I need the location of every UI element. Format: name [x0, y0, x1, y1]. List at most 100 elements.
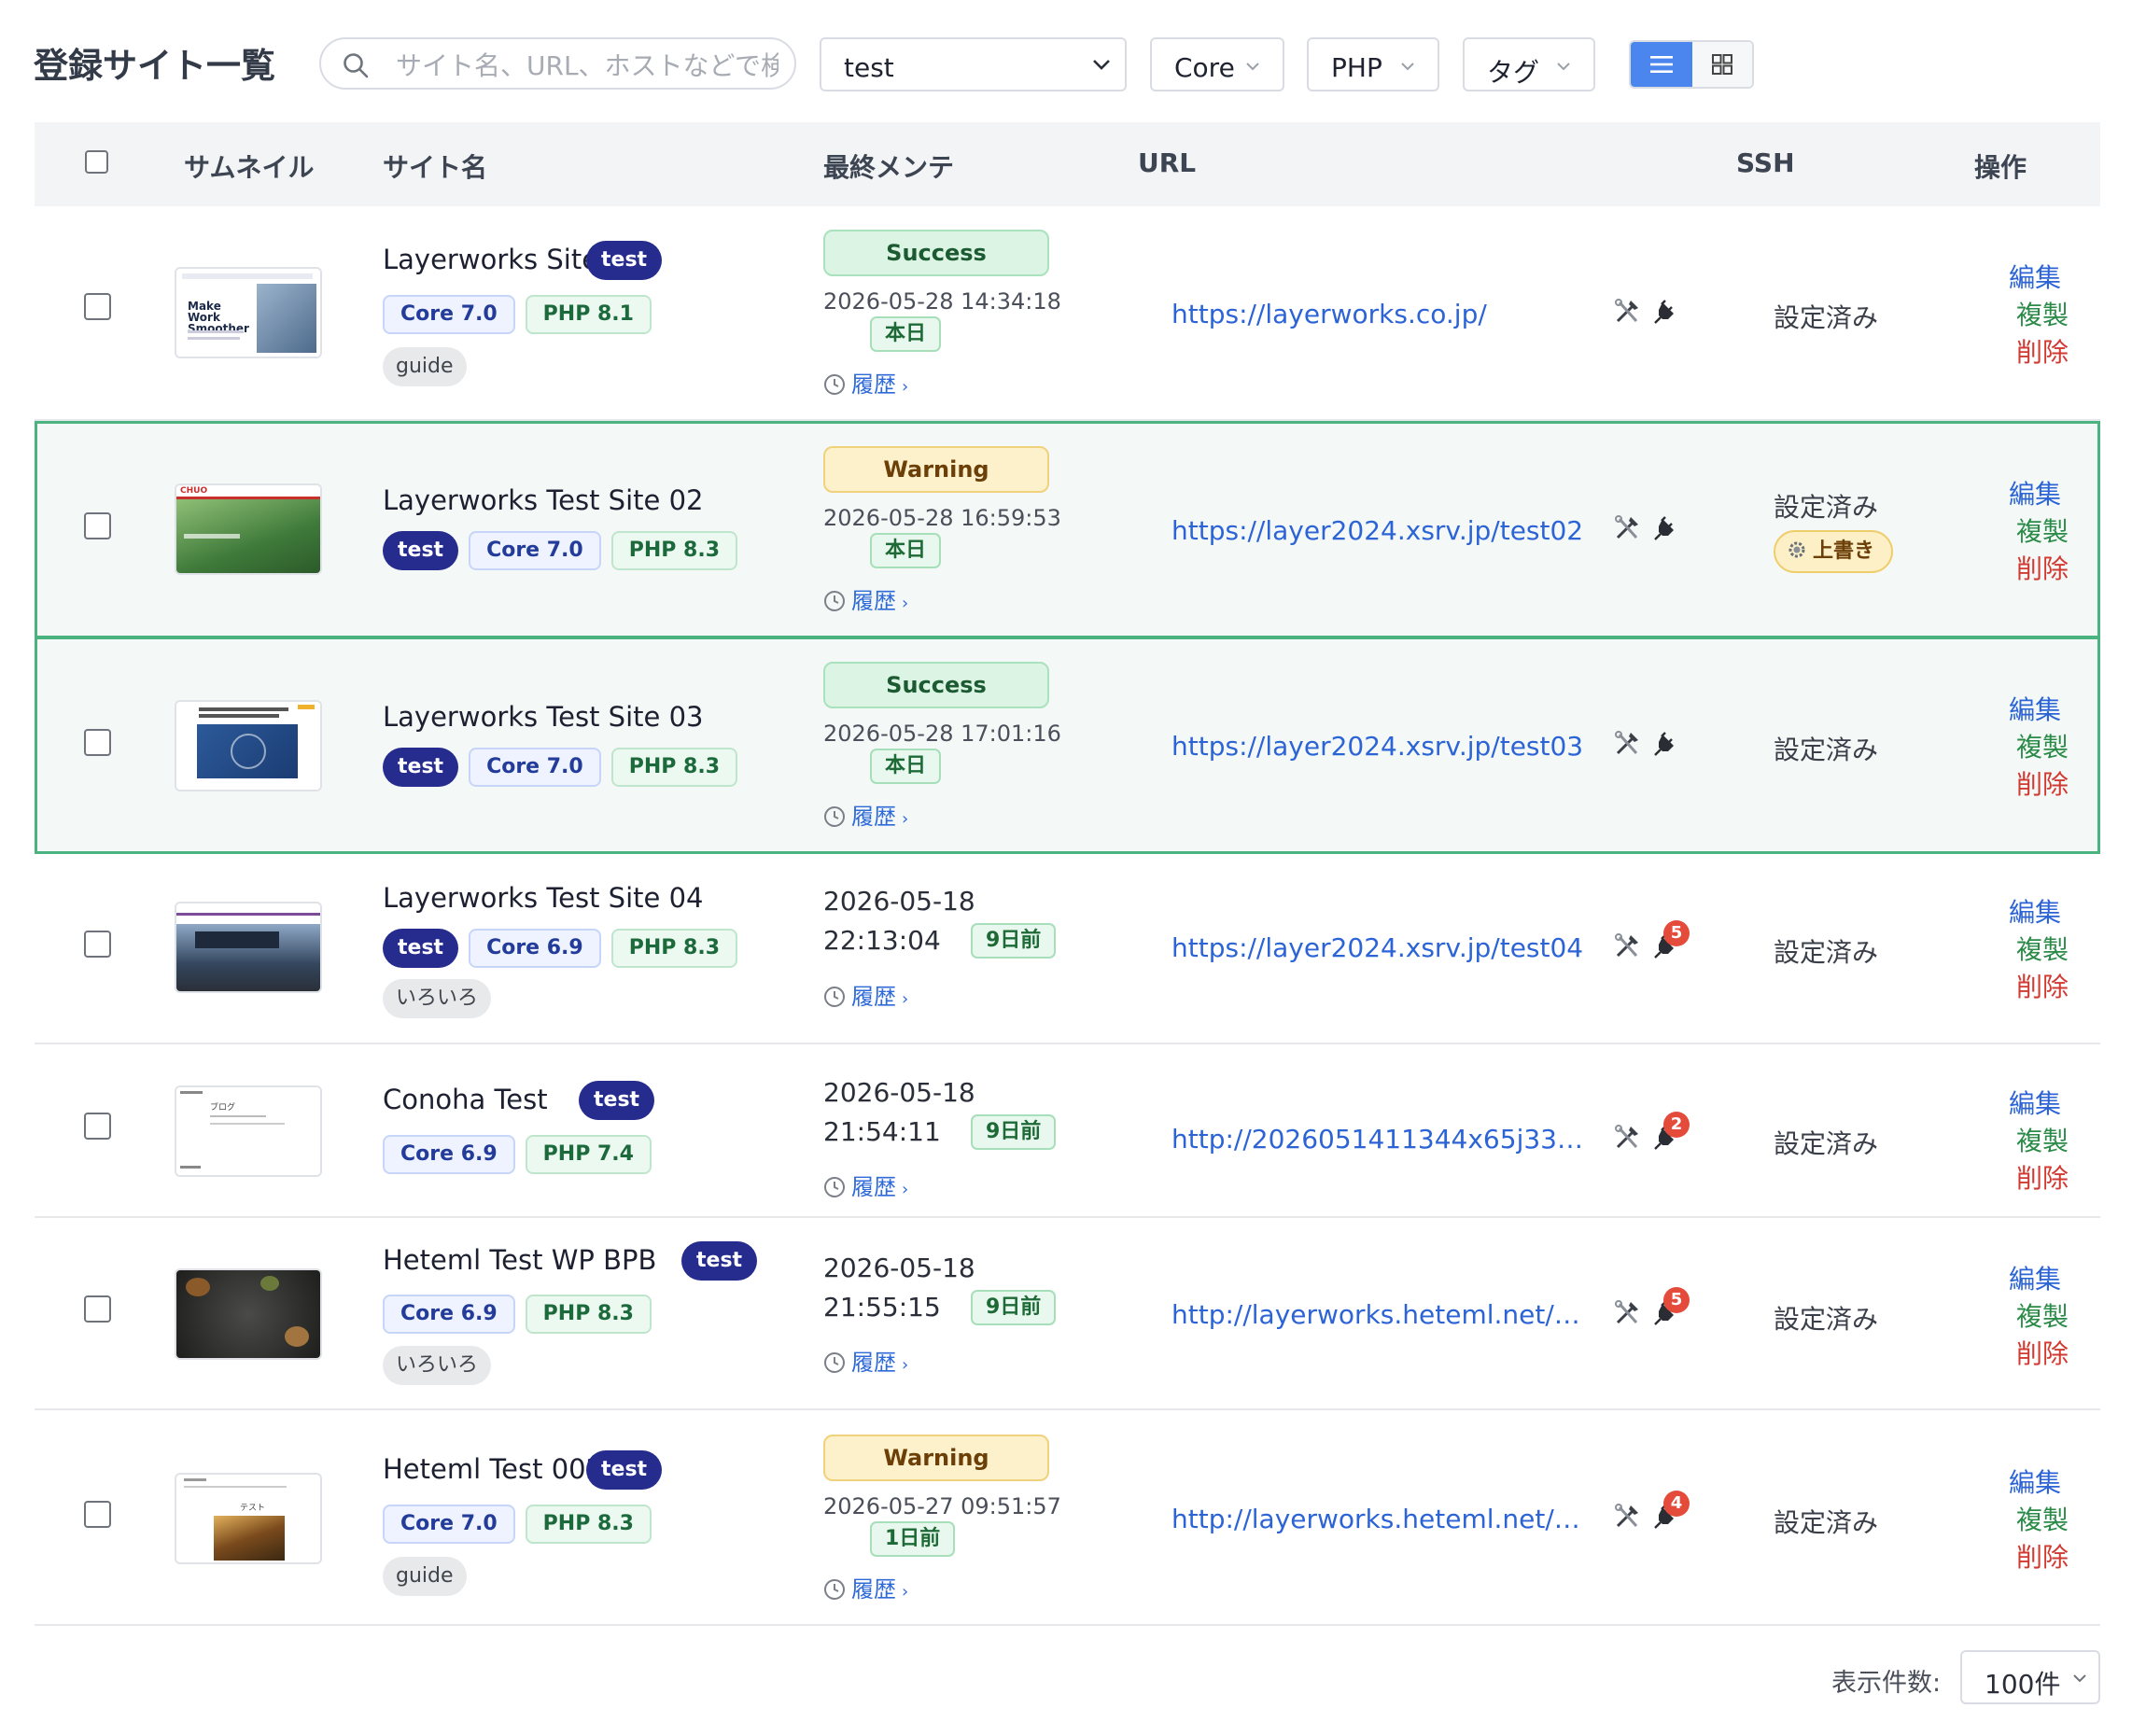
copy-link[interactable]: 複製 [2016, 1500, 2069, 1537]
edit-link[interactable]: 編集 [2009, 1259, 2061, 1296]
version-badges: test Core 7.0 PHP 8.3 [383, 531, 738, 570]
version-badges: Core 6.9 PHP 7.4 [383, 1135, 652, 1174]
copy-link[interactable]: 複製 [2016, 1121, 2069, 1158]
edit-link[interactable]: 編集 [2009, 690, 2061, 727]
site-url-link[interactable]: http://layerworks.heteml.net/test/wp-bpb… [1171, 1299, 1590, 1330]
history-link[interactable]: 履歴 › [823, 582, 908, 615]
thumbnail-heading: テスト [240, 1504, 266, 1513]
site-name[interactable]: Heteml Test WP BPB [383, 1244, 656, 1276]
table-row: CHUO Layerworks Test Site 02 test Core 7… [35, 421, 2100, 637]
history-link[interactable]: 履歴 › [823, 798, 908, 831]
site-url-link[interactable]: https://layerworks.co.jp/ [1171, 299, 1487, 329]
copy-link[interactable]: 複製 [2016, 930, 2069, 967]
tools-icon[interactable] [1612, 297, 1642, 327]
site-url-link[interactable]: http://2026051411344x65j337.com/ [1171, 1124, 1590, 1155]
select-all-checkbox[interactable] [85, 150, 108, 174]
chevron-down-icon [2073, 1674, 2086, 1683]
site-thumbnail: Make Work Smoother [175, 267, 322, 358]
tools-icon[interactable] [1612, 1298, 1642, 1328]
tag-dropdown[interactable]: タグ [1463, 37, 1595, 91]
delete-link[interactable]: 削除 [2016, 549, 2069, 586]
site-name[interactable]: Layerworks Test Site 04 [383, 882, 703, 914]
site-url-link[interactable]: https://layer2024.xsrv.jp/test02 [1171, 515, 1583, 546]
history-link[interactable]: 履歴 › [823, 1571, 908, 1603]
row-checkbox[interactable] [84, 293, 111, 320]
edit-link[interactable]: 編集 [2009, 1463, 2061, 1500]
delete-link[interactable]: 削除 [2016, 1537, 2069, 1575]
maintenance-date: 2026-05-18 [823, 1253, 975, 1283]
column-header-actions: 操作 [1974, 152, 2027, 183]
column-header-last-maintenance[interactable]: 最終メンテ [823, 147, 954, 185]
plugin-icon[interactable] [1653, 729, 1681, 759]
copy-link[interactable]: 複製 [2016, 295, 2069, 332]
copy-link[interactable]: 複製 [2016, 511, 2069, 549]
copy-link[interactable]: 複製 [2016, 1296, 2069, 1334]
edit-link[interactable]: 編集 [2009, 474, 2061, 511]
site-thumbnail [175, 1268, 322, 1360]
row-checkbox[interactable] [84, 1113, 111, 1140]
history-link[interactable]: 履歴 › [823, 1169, 908, 1201]
maintenance-datetime: 2026-05-28 14:34:18 [823, 288, 1061, 315]
plugin-update-count-badge: 4 [1663, 1491, 1690, 1517]
table-row: Make Work Smoother Layerworks Site test … [35, 206, 2100, 421]
site-url-link[interactable]: https://layer2024.xsrv.jp/test03 [1171, 731, 1583, 762]
search-box[interactable] [319, 37, 796, 90]
version-badges: test Core 6.9 PHP 8.3 [383, 929, 738, 968]
table-row: テスト Heteml Test 002 test Core 7.0 PHP 8.… [35, 1410, 2100, 1626]
status-badge: Warning [823, 1435, 1049, 1481]
row-checkbox[interactable] [84, 512, 111, 539]
site-name[interactable]: Layerworks Site [383, 244, 598, 275]
ssh-status: 設定済み [1774, 1304, 1879, 1335]
grid-view-button[interactable] [1692, 42, 1752, 87]
history-link[interactable]: 履歴 › [823, 366, 908, 399]
tools-icon[interactable] [1612, 1123, 1642, 1153]
tools-icon[interactable] [1612, 513, 1642, 543]
edit-link[interactable]: 編集 [2009, 1084, 2061, 1121]
column-header-ssh: SSH [1736, 147, 1795, 178]
edit-link[interactable]: 編集 [2009, 258, 2061, 295]
copy-link[interactable]: 複製 [2016, 727, 2069, 764]
delete-link[interactable]: 削除 [2016, 1334, 2069, 1371]
row-checkbox[interactable] [84, 1501, 111, 1528]
site-url-link[interactable]: http://layerworks.heteml.net/test/002/ [1171, 1504, 1590, 1534]
list-view-button[interactable] [1631, 42, 1692, 87]
row-checkbox[interactable] [84, 729, 111, 756]
clock-icon [824, 987, 845, 1007]
table-row: ブログ Conoha Test test Core 6.9 PHP 7.4 20… [35, 1044, 2100, 1218]
grid-icon [1712, 54, 1732, 75]
site-name[interactable]: Layerworks Test Site 02 [383, 484, 703, 516]
plugin-icon[interactable] [1653, 513, 1681, 543]
core-version-badge: Core 6.9 [383, 1295, 515, 1334]
search-input[interactable] [394, 49, 780, 82]
delete-link[interactable]: 削除 [2016, 764, 2069, 802]
history-link[interactable]: 履歴 › [823, 978, 908, 1011]
row-checkbox[interactable] [84, 1295, 111, 1323]
relative-time-badge: 1日前 [870, 1521, 956, 1557]
maintenance-datetime: 2026-05-28 17:01:16 [823, 721, 1061, 747]
delete-link[interactable]: 削除 [2016, 332, 2069, 370]
relative-time-badge: 本日 [870, 533, 942, 568]
history-link[interactable]: 履歴 › [823, 1344, 908, 1377]
php-filter-dropdown[interactable]: PHP [1307, 37, 1439, 91]
clock-icon [824, 1579, 845, 1600]
edit-link[interactable]: 編集 [2009, 892, 2061, 930]
tools-icon[interactable] [1612, 1502, 1642, 1532]
column-header-site-name[interactable]: サイト名 [383, 147, 487, 185]
tag-filter-select[interactable]: test [820, 37, 1127, 91]
per-page-select[interactable]: 100件 [1960, 1650, 2100, 1704]
plugin-icon[interactable] [1653, 297, 1681, 327]
tools-icon[interactable] [1612, 931, 1642, 961]
core-filter-dropdown[interactable]: Core [1150, 37, 1284, 91]
site-name[interactable]: Conoha Test [383, 1084, 548, 1115]
row-checkbox[interactable] [84, 931, 111, 958]
delete-link[interactable]: 削除 [2016, 1158, 2069, 1196]
tools-icon[interactable] [1612, 729, 1642, 759]
version-badges: Core 7.0 PHP 8.3 [383, 1505, 652, 1544]
site-name[interactable]: Layerworks Test Site 03 [383, 701, 703, 733]
plugin-update-count-badge: 5 [1663, 1287, 1690, 1313]
core-version-badge: Core 6.9 [469, 929, 601, 968]
site-name[interactable]: Heteml Test 002 [383, 1453, 603, 1485]
site-url-link[interactable]: https://layer2024.xsrv.jp/test04 [1171, 932, 1583, 963]
delete-link[interactable]: 削除 [2016, 967, 2069, 1004]
table-row: Heteml Test WP BPB test Core 6.9 PHP 8.3… [35, 1218, 2100, 1410]
